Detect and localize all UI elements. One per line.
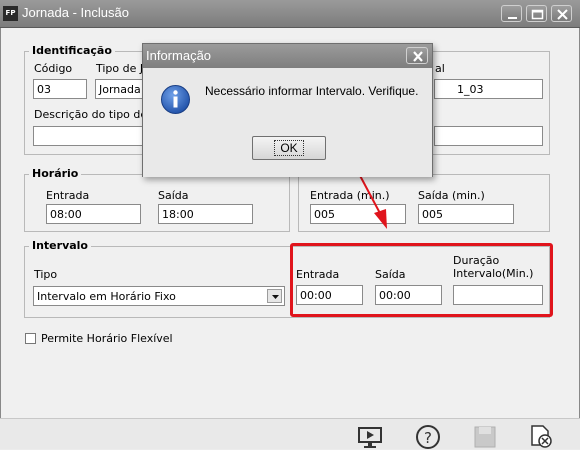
tipo-jornada-input[interactable]: Jornada xyxy=(95,79,145,99)
save-icon xyxy=(474,426,496,448)
ok-button-label: OK xyxy=(274,140,304,156)
identificacao-title: Identificação xyxy=(29,44,115,57)
permite-flexivel-label: Permite Horário Flexível xyxy=(41,332,173,345)
partial-label: al xyxy=(435,62,445,75)
chevron-down-icon[interactable] xyxy=(267,289,282,303)
close-icon xyxy=(557,9,568,20)
permite-flexivel-checkbox[interactable] xyxy=(25,333,36,344)
codigo-label: Código xyxy=(34,62,73,75)
dialog-close-button[interactable] xyxy=(406,47,428,64)
horario-saida-label: Saída xyxy=(158,189,189,202)
descricao-input-right[interactable] xyxy=(434,126,543,146)
maximize-icon xyxy=(531,9,544,20)
maximize-button[interactable] xyxy=(526,5,547,22)
horario-saida-input[interactable]: 18:00 xyxy=(158,204,253,224)
intervalo-tipo-select[interactable]: Intervalo em Horário Fixo xyxy=(33,286,285,306)
close-icon xyxy=(413,51,423,62)
dialog-title: Informação xyxy=(146,48,212,63)
ok-button[interactable]: OK xyxy=(252,136,326,160)
minimize-button[interactable] xyxy=(501,5,522,22)
highlight-annotation xyxy=(290,243,553,317)
close-button[interactable] xyxy=(551,5,572,22)
intervalo-title: Intervalo xyxy=(29,239,91,252)
dialog-body: Necessário informar Intervalo. Verifique… xyxy=(143,68,432,177)
window-title: Jornada - Inclusão xyxy=(22,5,129,20)
window-titlebar: FP Jornada - Inclusão xyxy=(0,0,580,28)
information-dialog: Informação Necessário informar Intervalo… xyxy=(142,43,433,177)
app-icon: FP xyxy=(3,6,18,21)
variacoes-saida-label: Saída (min.) xyxy=(418,189,485,202)
variacoes-saida-input[interactable]: 005 xyxy=(418,204,514,224)
partial-input[interactable]: 1_03 xyxy=(434,79,543,99)
horario-entrada-input[interactable]: 08:00 xyxy=(46,204,141,224)
horario-title: Horário xyxy=(29,167,82,180)
codigo-input[interactable]: 03 xyxy=(33,79,87,99)
bottom-toolbar: ? xyxy=(0,418,580,449)
intervalo-tipo-value: Intervalo em Horário Fixo xyxy=(37,290,176,303)
close-document-icon[interactable] xyxy=(528,423,554,449)
dialog-message: Necessário informar Intervalo. Verifique… xyxy=(205,84,419,98)
help-icon[interactable]: ? xyxy=(414,424,442,450)
monitor-icon[interactable] xyxy=(357,425,383,449)
intervalo-tipo-label: Tipo xyxy=(34,268,58,281)
dialog-titlebar: Informação xyxy=(143,44,432,68)
horario-entrada-label: Entrada xyxy=(46,189,90,202)
info-icon xyxy=(161,85,190,114)
svg-text:?: ? xyxy=(424,429,432,447)
descricao-input[interactable] xyxy=(33,126,145,146)
minimize-icon xyxy=(508,17,517,19)
